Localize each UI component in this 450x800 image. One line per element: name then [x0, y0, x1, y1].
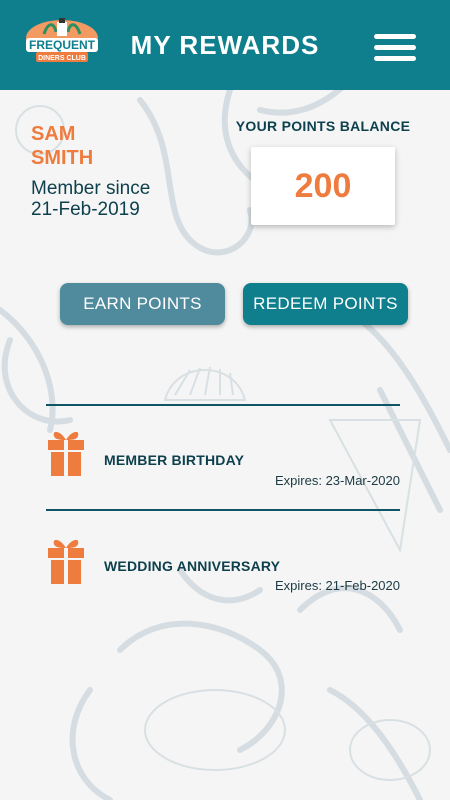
member-since: Member since 21-Feb-2019: [31, 178, 191, 220]
reward-item[interactable]: WEDDING ANNIVERSARY Expires: 21-Feb-2020: [0, 536, 450, 606]
redeem-points-button[interactable]: REDEEM POINTS: [243, 283, 408, 325]
divider: [46, 404, 400, 406]
member-since-label: Member since: [31, 178, 151, 199]
app-header: FREQUENT DINERS CLUB MY REWARDS: [0, 0, 450, 90]
points-balance-label: YOUR POINTS BALANCE: [235, 118, 411, 134]
member-name: SAM SMITH: [31, 122, 171, 170]
earn-points-button[interactable]: EARN POINTS: [60, 283, 225, 325]
member-last-name: SMITH: [31, 147, 94, 169]
points-balance-card: 200: [251, 147, 395, 225]
gift-icon: [48, 431, 84, 476]
reward-title: MEMBER BIRTHDAY: [104, 452, 245, 468]
reward-expiry: Expires: 23-Mar-2020: [275, 473, 400, 488]
member-since-date: 21-Feb-2019: [31, 199, 140, 220]
hamburger-menu-icon[interactable]: [374, 34, 416, 62]
gift-icon: [48, 539, 84, 584]
reward-expiry: Expires: 21-Feb-2020: [274, 578, 400, 593]
points-balance-value: 200: [294, 167, 352, 205]
reward-title: WEDDING ANNIVERSARY: [104, 558, 281, 574]
member-first-name: SAM: [31, 123, 76, 145]
reward-item[interactable]: MEMBER BIRTHDAY Expires: 23-Mar-2020: [0, 428, 450, 498]
divider: [46, 509, 400, 511]
